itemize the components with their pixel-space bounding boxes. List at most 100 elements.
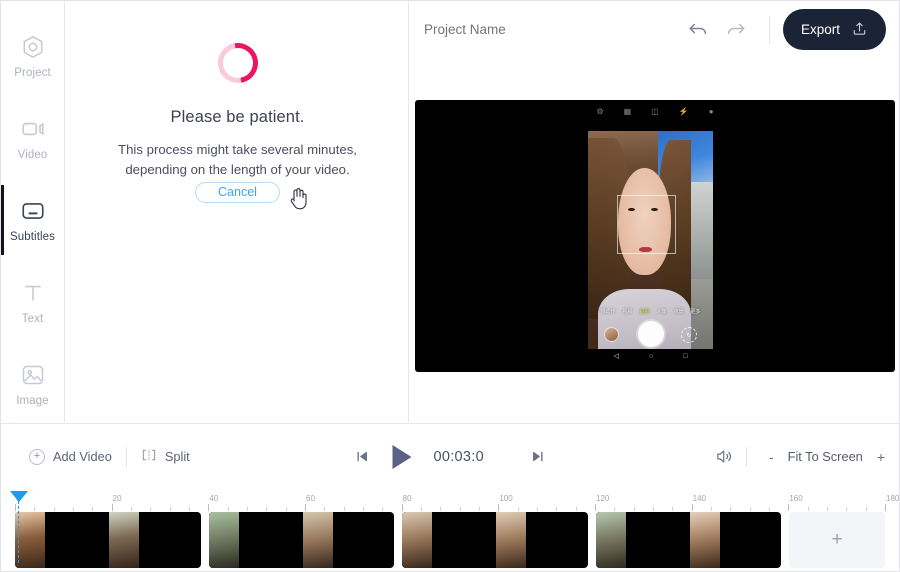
zoom-controls: - Fit To Screen + [747,449,885,465]
sidebar-label-video: Video [17,148,48,161]
sidebar-item-text[interactable]: Text [1,261,64,343]
clip-thumbnail [208,512,239,568]
shutter-button [637,321,664,347]
text-t-icon [20,280,46,306]
header-divider [768,15,770,44]
time-display: 00:03:0 [433,448,484,465]
clip-thumbnail [595,512,626,568]
ruler-minor-tick [169,507,171,511]
image-picture-icon [20,362,46,388]
volume-icon[interactable] [703,447,746,466]
clip-thumbnail [689,512,720,568]
dialog-title: Please be patient. [170,108,305,126]
undo-arrow-icon[interactable] [683,17,713,43]
clip-thumbnail [302,512,333,568]
ruler-tick-label: 80 [402,494,412,503]
add-clip-button[interactable]: + [789,512,885,568]
ruler-major-tick [498,504,500,511]
android-nav-bar: ◁ ○ □ [588,349,713,363]
ruler-minor-tick [749,507,751,511]
table-row[interactable] [402,512,588,568]
ruler-major-tick [595,504,596,511]
ruler-major-tick [788,504,790,511]
video-canvas[interactable]: ⚙ ▦ ◫ ⚡ ● 慢动作 视频 拍照 人像 夜景 更多 ↻ ◁ ○ □ [415,100,895,372]
camera-mode-3: 人像 [656,309,667,315]
video-preview-area: ⚙ ▦ ◫ ⚡ ● 慢动作 视频 拍照 人像 夜景 更多 ↻ ◁ ○ □ [410,58,899,422]
split-button[interactable]: Split [127,448,204,465]
clip-thumbnail [402,512,432,568]
upload-icon [851,20,868,40]
project-name-input[interactable] [424,22,675,37]
plus-circle-icon: + [29,448,45,465]
sidebar-label-text: Text [21,312,44,325]
export-button[interactable]: Export [782,9,886,50]
sidebar-item-image[interactable]: Image [1,343,64,425]
camera-mode-2: 拍照 [639,309,650,315]
ruler-minor-tick [575,507,577,511]
ruler-minor-tick [440,507,442,511]
ruler-minor-tick [807,507,809,511]
add-video-button[interactable]: + Add Video [15,448,126,465]
ruler-minor-tick [730,507,732,511]
settings-gear-icon: ⚙ [596,107,604,116]
ruler-minor-tick [189,507,190,511]
dialog-description-line-1: This process might take several minutes, [118,142,357,157]
redo-arrow-icon[interactable] [721,17,751,43]
sidebar-item-video[interactable]: Video [1,97,64,179]
left-sidebar: Project Video Subtitles Text Image [1,1,65,422]
top-header: Export [410,1,899,58]
loading-spinner-icon [209,35,266,91]
subtitles-panel: Please be patient. This process might ta… [66,1,409,422]
ruler-minor-tick [131,507,132,511]
ruler-minor-tick [247,507,248,511]
project-hex-icon [20,34,46,60]
ruler-tick-label: 100 [499,494,513,503]
zoom-in-button[interactable]: + [877,449,885,465]
sidebar-label-subtitles: Subtitles [9,230,55,243]
ruler-minor-tick [382,507,384,511]
sidebar-item-project[interactable]: Project [1,15,64,97]
clip-thumbnail [496,512,526,568]
cancel-button[interactable]: Cancel [195,182,280,203]
zoom-out-button[interactable]: - [769,449,774,465]
ruler-minor-tick [285,507,287,511]
sidebar-item-subtitles[interactable]: Subtitles [1,179,64,261]
camera-mode-1: 视频 [622,309,633,315]
flash-off-icon: ⚡ [678,107,689,116]
ruler-major-tick [691,504,693,511]
nav-back-icon: ◁ [613,353,619,360]
nav-recents-icon: □ [683,352,688,360]
dialog-description-line-2: depending on the length of your video. [125,162,350,177]
ruler-minor-tick [653,507,654,511]
sidebar-label-image: Image [16,394,49,407]
ruler-tick-label: 60 [306,494,315,503]
dialog-description: This process might take several minutes,… [88,140,388,180]
ruler-minor-tick [53,507,55,511]
skip-next-icon[interactable] [530,448,547,465]
nav-home-icon: ○ [648,352,654,360]
table-row[interactable] [595,512,781,568]
fit-to-screen-label[interactable]: Fit To Screen [788,449,863,464]
clip-thumbnail [109,512,139,568]
play-triangle-icon[interactable] [392,444,412,469]
ruler-tick-label: 160 [789,494,803,503]
camera-mode-list: 慢动作 视频 拍照 人像 夜景 更多 [588,308,713,315]
processing-dialog: Please be patient. This process might ta… [66,35,409,203]
hdr-icon: ▦ [623,107,632,116]
ruler-tick-label: 180 [886,494,900,503]
split-label: Split [164,449,190,464]
ruler-tick-label: 0 [16,494,21,503]
ruler-minor-tick [92,507,94,511]
ruler-minor-tick [343,507,345,511]
table-row[interactable] [15,512,201,568]
focus-rectangle [616,194,676,254]
ruler-major-tick [885,504,886,511]
skip-previous-icon[interactable] [354,448,371,465]
ruler-minor-tick [556,507,558,511]
ruler-major-tick [401,504,403,511]
timeline-ruler[interactable]: 0 20 40 60 80 100 120 140 160 180 [15,489,899,511]
ruler-minor-tick [421,507,422,511]
ruler-tick-label: 40 [209,494,219,503]
table-row[interactable] [208,512,394,568]
ruler-major-tick [305,504,306,511]
